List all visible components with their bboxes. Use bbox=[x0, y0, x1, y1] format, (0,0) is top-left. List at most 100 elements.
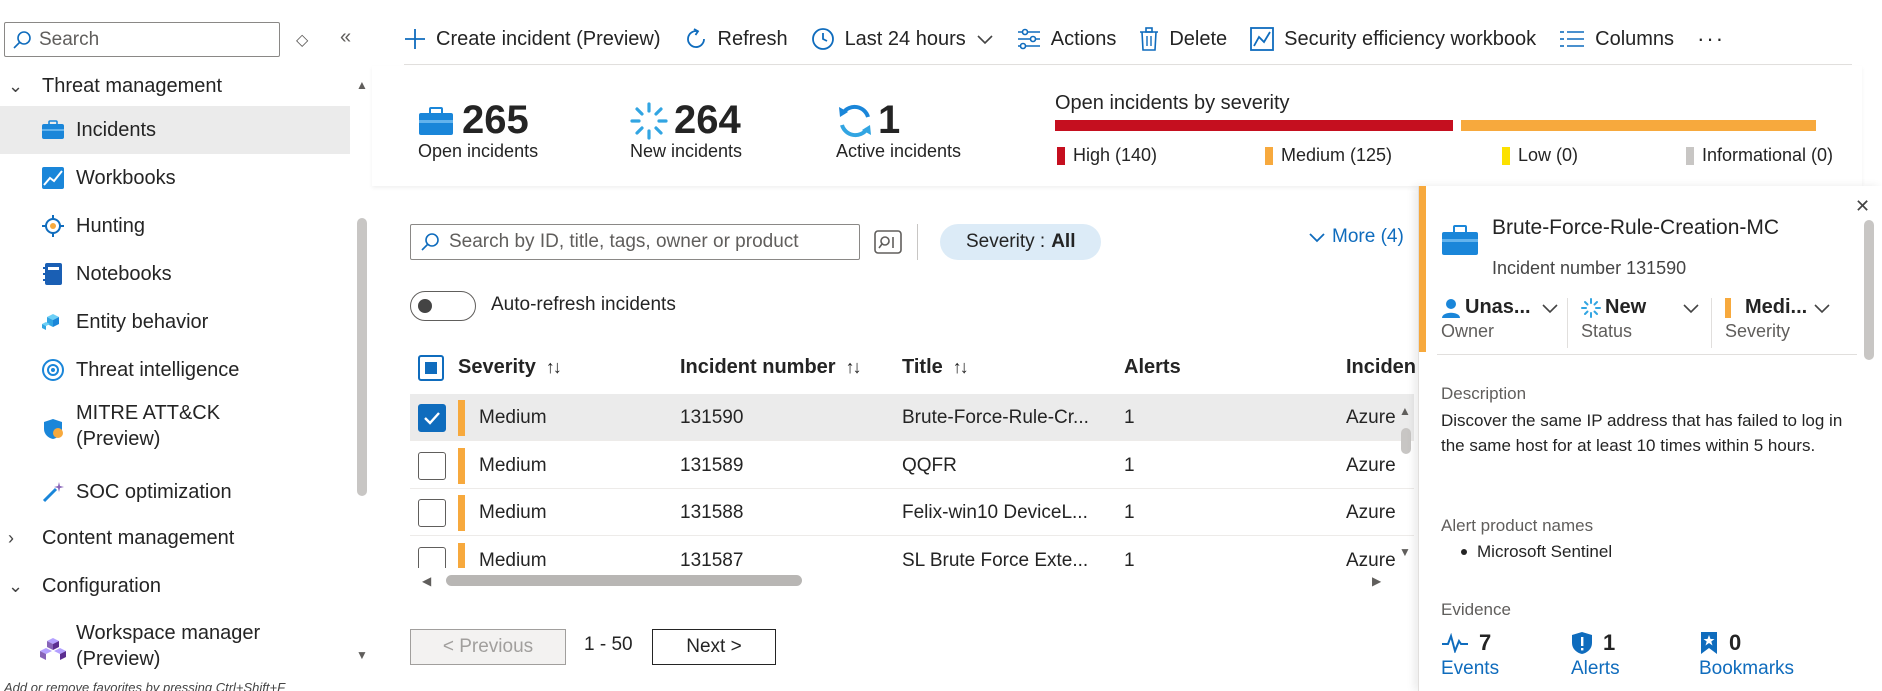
table-horizontal-scrollbar-thumb[interactable] bbox=[446, 575, 802, 586]
table-scroll-right-icon[interactable]: ▶ bbox=[1372, 574, 1381, 588]
more-commands-button[interactable]: ··· bbox=[1697, 26, 1725, 52]
actions-button[interactable]: Actions bbox=[1017, 28, 1116, 51]
evidence-bookmarks[interactable]: 0 Bookmarks bbox=[1699, 630, 1794, 680]
workspace-manager-label: Workspace manager (Preview) bbox=[76, 620, 260, 672]
command-bar: Create incident (Preview) Refresh Last 2… bbox=[404, 18, 1748, 60]
group-threat-management[interactable]: ⌄ Threat management bbox=[0, 68, 222, 104]
severity-stripe bbox=[458, 400, 465, 436]
status-dropdown[interactable]: New Status bbox=[1581, 296, 1700, 342]
sidebar-item-notebooks[interactable]: Notebooks bbox=[0, 250, 350, 298]
cell-severity: Medium bbox=[479, 455, 547, 476]
sidebar-item-mitre[interactable]: MITRE ATT&CK (Preview) bbox=[0, 400, 350, 460]
refresh-button[interactable]: Refresh bbox=[684, 27, 788, 51]
legend-label-low: Low (0) bbox=[1518, 145, 1579, 165]
sentinel-incidents-page: Search ◇ « ⌄ Threat management Incidents… bbox=[0, 0, 1882, 691]
cell-title: Brute-Force-Rule-Cr... bbox=[902, 407, 1089, 428]
sidebar-item-workbooks[interactable]: Workbooks bbox=[0, 154, 350, 202]
columns-button[interactable]: Columns bbox=[1559, 28, 1674, 51]
column-header-severity[interactable]: Severity ↑↓ bbox=[458, 352, 562, 382]
new-incidents-label: New incidents bbox=[630, 141, 743, 161]
incident-search-input[interactable]: Search by ID, title, tags, owner or prod… bbox=[410, 224, 860, 260]
toolbar-divider bbox=[404, 64, 1852, 65]
workspace-manager-icon bbox=[40, 636, 66, 662]
favorites-hint: Add or remove favorites by pressing Ctrl… bbox=[4, 680, 286, 691]
table-scroll-down-icon[interactable]: ▼ bbox=[1399, 545, 1411, 559]
owner-dropdown[interactable]: Unas... Owner bbox=[1441, 296, 1559, 342]
group-content-management[interactable]: › Content management bbox=[0, 520, 234, 556]
create-incident-button[interactable]: Create incident (Preview) bbox=[404, 28, 661, 51]
description-label: Description bbox=[1441, 384, 1527, 403]
next-page-button[interactable]: Next > bbox=[652, 629, 776, 665]
chevron-down-icon: ⌄ bbox=[8, 75, 24, 96]
table-vertical-scrollbar-thumb[interactable] bbox=[1401, 428, 1411, 454]
sidebar-item-hunting[interactable]: Hunting bbox=[0, 202, 350, 250]
field-divider bbox=[1567, 298, 1568, 348]
row-checkbox[interactable] bbox=[418, 404, 446, 432]
table-row[interactable]: Medium 131589 QQFR 1 Azure bbox=[410, 442, 1414, 489]
severity-stripe bbox=[458, 495, 465, 531]
column-header-alerts[interactable]: Alerts bbox=[1124, 352, 1181, 382]
cell-severity: Medium bbox=[479, 407, 547, 428]
sidebar-item-incidents[interactable]: Incidents bbox=[0, 106, 350, 154]
panel-scrollbar-thumb[interactable] bbox=[1864, 220, 1874, 360]
column-header-incident-number[interactable]: Incident number ↑↓ bbox=[680, 352, 862, 382]
severity-dropdown[interactable]: Medi... Severity bbox=[1725, 296, 1831, 342]
soc-optimization-icon bbox=[40, 479, 66, 505]
events-link[interactable]: Events bbox=[1441, 658, 1499, 680]
table-row[interactable]: Medium 131588 Felix-win10 DeviceL... 1 A… bbox=[410, 489, 1414, 536]
row-checkbox[interactable] bbox=[418, 547, 446, 568]
new-spinner-icon bbox=[630, 101, 668, 140]
group-configuration[interactable]: ⌄ Configuration bbox=[0, 568, 161, 604]
cell-incident-number: 131588 bbox=[680, 502, 744, 523]
sidebar-item-entity-behavior[interactable]: Entity behavior bbox=[0, 298, 350, 346]
sidebar-scroll-up-icon[interactable]: ▲ bbox=[356, 78, 368, 92]
events-count: 7 bbox=[1479, 630, 1492, 655]
legend-label-high: High (140) bbox=[1073, 145, 1158, 165]
sort-toggle-icon[interactable]: ◇ bbox=[296, 30, 308, 50]
select-all-checkbox[interactable] bbox=[418, 355, 444, 381]
header-label: Incident bbox=[1346, 355, 1416, 378]
alert-product-item: Microsoft Sentinel bbox=[1461, 542, 1612, 562]
row-checkbox[interactable] bbox=[418, 452, 446, 480]
sidebar-search-input[interactable]: Search bbox=[4, 22, 280, 57]
sidebar-scroll-down-icon[interactable]: ▼ bbox=[356, 648, 368, 662]
severity-caption: Severity bbox=[1725, 321, 1791, 341]
search-icon bbox=[421, 233, 439, 251]
incident-search-placeholder: Search by ID, title, tags, owner or prod… bbox=[449, 231, 799, 252]
new-incidents-stat: 264 New incidents bbox=[630, 98, 742, 162]
alerts-link[interactable]: Alerts bbox=[1571, 658, 1620, 680]
sidebar-item-soc-optimization[interactable]: SOC optimization bbox=[0, 468, 350, 516]
advanced-search-icon[interactable] bbox=[874, 228, 902, 256]
time-range-dropdown[interactable]: Last 24 hours bbox=[811, 27, 994, 51]
page-range: 1 - 50 bbox=[584, 634, 633, 655]
severity-filter-pill[interactable]: Severity : All bbox=[940, 224, 1102, 260]
table-scroll-left-icon[interactable]: ◀ bbox=[422, 574, 431, 588]
active-sync-icon bbox=[839, 104, 871, 137]
collapse-sidebar-icon[interactable]: « bbox=[340, 26, 351, 49]
evidence-events[interactable]: 7 Events bbox=[1441, 630, 1499, 680]
more-filters-button[interactable]: More (4) bbox=[1308, 226, 1404, 248]
sidebar-item-workspace-manager[interactable]: Workspace manager (Preview) bbox=[0, 620, 350, 680]
delete-button[interactable]: Delete bbox=[1139, 27, 1227, 51]
chevron-down-icon bbox=[1542, 303, 1558, 313]
security-efficiency-workbook-button[interactable]: Security efficiency workbook bbox=[1250, 27, 1536, 51]
auto-refresh-toggle[interactable] bbox=[410, 291, 476, 321]
evidence-alerts[interactable]: 1 Alerts bbox=[1571, 630, 1620, 680]
table-row[interactable]: Medium 131587 SL Brute Force Exte... 1 A… bbox=[410, 537, 1414, 568]
column-header-product[interactable]: Incident bbox=[1346, 352, 1416, 382]
table-scroll-up-icon[interactable]: ▲ bbox=[1399, 404, 1411, 418]
sidebar-item-threat-intelligence[interactable]: Threat intelligence bbox=[0, 346, 350, 394]
table-row[interactable]: Medium 131590 Brute-Force-Rule-Cr... 1 A… bbox=[410, 394, 1414, 441]
previous-page-button[interactable]: < Previous bbox=[410, 629, 566, 665]
severity-value: Medi... bbox=[1745, 296, 1808, 318]
more-commands-label: ··· bbox=[1697, 26, 1726, 51]
refresh-label: Refresh bbox=[717, 27, 788, 50]
column-header-title[interactable]: Title ↑↓ bbox=[902, 352, 969, 382]
status-caption: Status bbox=[1581, 321, 1633, 341]
close-panel-icon[interactable]: ✕ bbox=[1855, 196, 1870, 217]
open-incidents-count: 265 bbox=[462, 98, 529, 142]
sidebar-scrollbar-thumb[interactable] bbox=[357, 218, 367, 496]
row-checkbox[interactable] bbox=[418, 499, 446, 527]
bookmarks-link[interactable]: Bookmarks bbox=[1699, 658, 1794, 680]
columns-label: Columns bbox=[1595, 27, 1675, 50]
